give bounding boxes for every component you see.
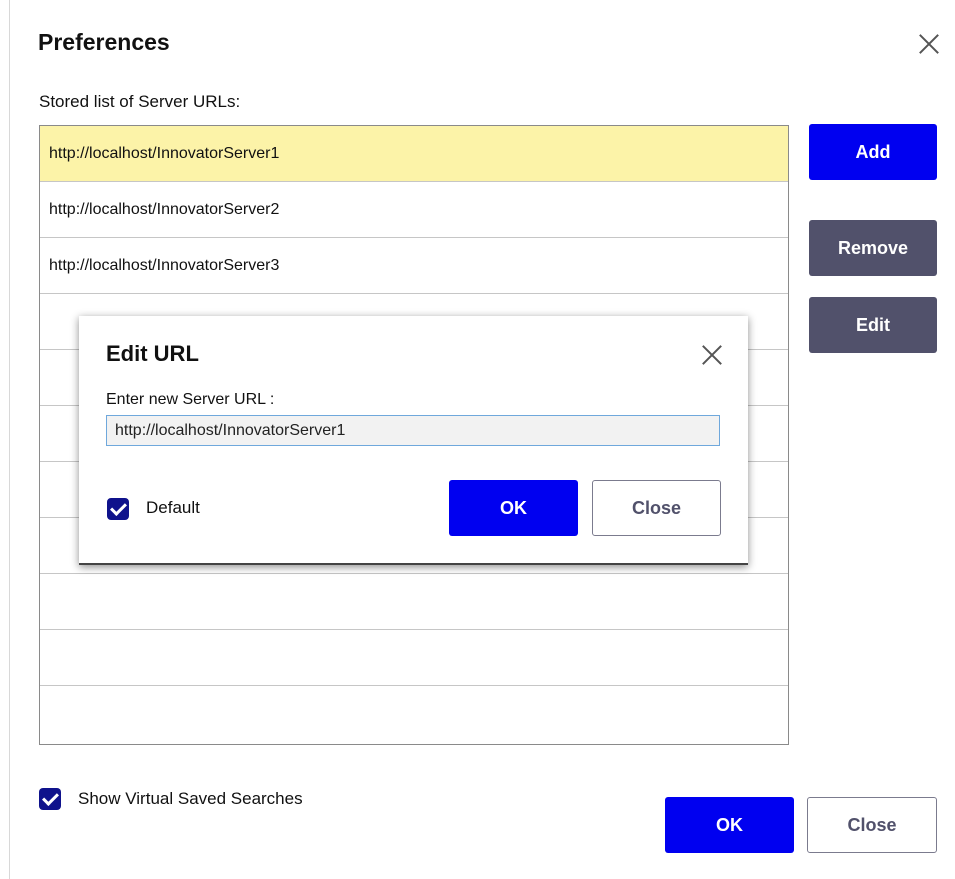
url-list-item[interactable] — [40, 686, 788, 742]
show-virtual-saved-searches-label: Show Virtual Saved Searches — [78, 789, 303, 808]
default-label: Default — [146, 498, 200, 517]
background-window-edge — [0, 0, 10, 879]
edit-button[interactable]: Edit — [809, 297, 937, 353]
close-icon[interactable] — [699, 342, 723, 366]
server-url-input[interactable] — [106, 415, 720, 446]
screen: Preferences Stored list of Server URLs: … — [0, 0, 955, 879]
url-list-item[interactable]: http://localhost/InnovatorServer2 — [40, 182, 788, 238]
close-button[interactable]: Close — [592, 480, 721, 536]
url-list-item[interactable] — [40, 574, 788, 630]
ok-button[interactable]: OK — [665, 797, 794, 853]
url-list-item[interactable]: http://localhost/InnovatorServer1 — [40, 126, 788, 182]
url-list-item[interactable]: http://localhost/InnovatorServer3 — [40, 238, 788, 294]
remove-button[interactable]: Remove — [809, 220, 937, 276]
preferences-title: Preferences — [38, 29, 170, 55]
server-url-list-label: Stored list of Server URLs: — [39, 92, 241, 111]
edit-url-dialog: Edit URL Enter new Server URL : Default … — [79, 316, 748, 565]
add-button[interactable]: Add — [809, 124, 937, 180]
edit-url-title: Edit URL — [106, 341, 199, 366]
url-list-item[interactable] — [40, 630, 788, 686]
close-icon[interactable] — [916, 31, 942, 57]
show-virtual-saved-searches-checkbox[interactable] — [39, 788, 61, 810]
default-checkbox[interactable] — [107, 498, 129, 520]
server-url-field-label: Enter new Server URL : — [106, 391, 275, 408]
close-button[interactable]: Close — [807, 797, 937, 853]
ok-button[interactable]: OK — [449, 480, 578, 536]
